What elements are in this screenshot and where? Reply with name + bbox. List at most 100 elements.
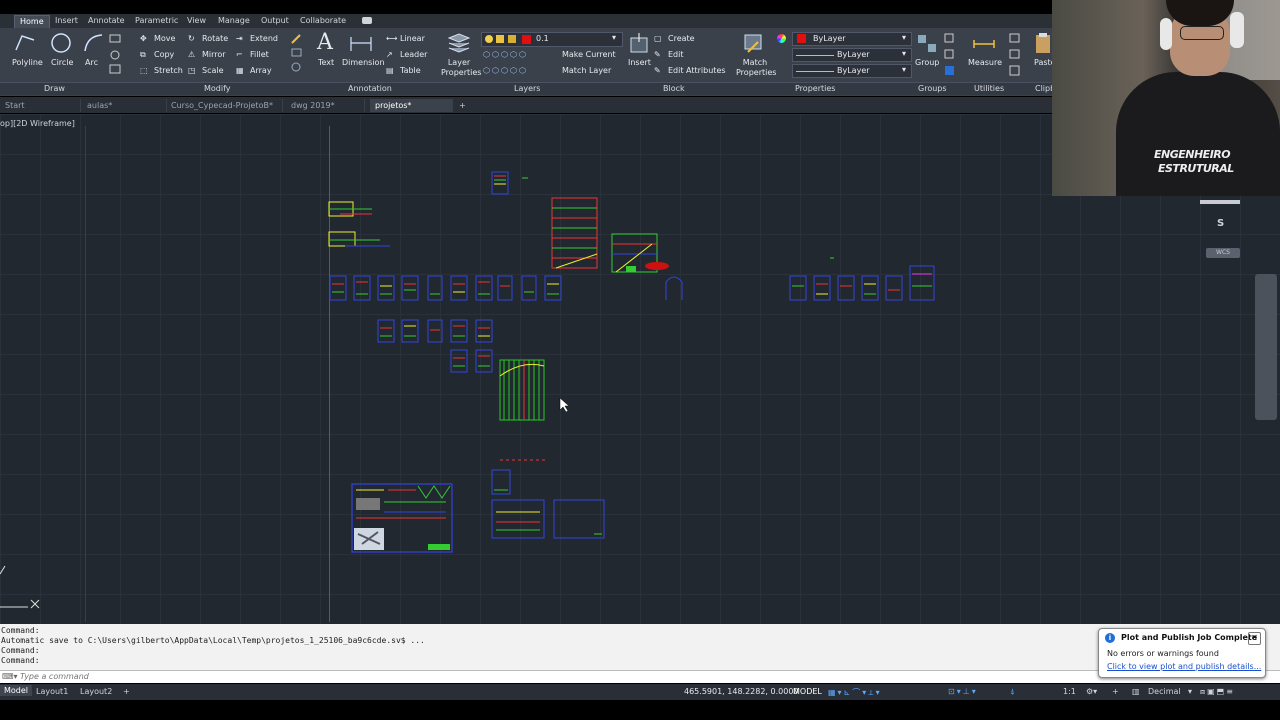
leader-button[interactable]: Leader — [400, 50, 427, 59]
new-tab-plus-icon[interactable]: + — [454, 99, 472, 112]
osnap-toggles-icons[interactable]: ⊡▾⊥▾ — [948, 687, 978, 696]
layout-tab-layout2[interactable]: Layout2 — [80, 687, 112, 696]
match-properties-button[interactable]: Match Properties — [736, 58, 776, 78]
file-tab-dwg2019[interactable]: dwg 2019* — [286, 99, 365, 112]
notification-details-link[interactable]: Click to view plot and publish details..… — [1107, 662, 1261, 671]
mirror-button[interactable]: Mirror — [202, 50, 226, 59]
create-block-button[interactable]: Create — [668, 34, 695, 43]
layer-tools-row2[interactable]: ⬡⬡⬡⬡⬡ — [483, 66, 543, 76]
tab-output[interactable]: Output — [256, 15, 294, 27]
circle-icon — [51, 33, 71, 53]
measure-button[interactable]: Measure — [968, 58, 1002, 67]
table-button[interactable]: Table — [400, 66, 421, 75]
command-tools-icon[interactable]: ⌨▾ — [2, 672, 18, 681]
close-icon[interactable]: ✕ — [1248, 632, 1261, 645]
stretch-button[interactable]: Stretch — [154, 66, 183, 75]
panel-utilities[interactable]: Utilities — [974, 84, 1004, 93]
viewcube[interactable]: S — [1186, 192, 1256, 248]
arc-button[interactable]: Arc — [85, 58, 98, 67]
command-history: Command: Automatic save to C:\Users\gilb… — [0, 624, 1280, 670]
extend-button[interactable]: Extend — [250, 34, 278, 43]
color-dropdown[interactable]: ByLayer ▾ — [792, 32, 912, 46]
group-tools-icon[interactable] — [943, 32, 957, 78]
panel-draw[interactable]: Draw — [44, 84, 65, 93]
utilities-tools-icon[interactable] — [1008, 32, 1022, 78]
tab-home[interactable]: Home — [14, 15, 50, 28]
modify-extra-icons[interactable] — [290, 33, 304, 75]
polyline-button[interactable]: Polyline — [12, 58, 43, 67]
drawing-beams-left — [328, 201, 390, 247]
chevron-down-icon: ▾ — [902, 49, 907, 58]
layer-dropdown[interactable]: 0.1 ▾ — [481, 32, 623, 47]
layout-tab-layout1[interactable]: Layout1 — [36, 687, 68, 696]
wcs-menu[interactable]: WCS — [1206, 248, 1240, 258]
panel-groups[interactable]: Groups — [918, 84, 947, 93]
plot-publish-notification[interactable]: i Plot and Publish Job Complete ✕ No err… — [1098, 628, 1266, 678]
chevron-down-icon[interactable]: ▾ — [1188, 687, 1192, 696]
add-layout-plus-icon[interactable]: + — [123, 687, 130, 696]
drawing-bottom-details — [351, 459, 605, 553]
status-tray-icons[interactable]: ⧈▣⬒≡ — [1200, 687, 1235, 697]
array-button[interactable]: Array — [250, 66, 272, 75]
viewcube-compass-south[interactable]: S — [1217, 218, 1224, 229]
navigation-bar[interactable] — [1255, 274, 1277, 420]
circle-button[interactable]: Circle — [51, 58, 73, 67]
edit-block-button[interactable]: Edit — [668, 50, 684, 59]
lineweight-dropdown[interactable]: ByLayer ▾ — [792, 64, 912, 78]
tab-insert[interactable]: Insert — [50, 15, 83, 27]
text-button[interactable]: Text — [318, 58, 334, 67]
annotation-visibility-icon[interactable]: ⍋ — [1010, 687, 1015, 697]
linetype-dropdown[interactable]: ByLayer ▾ — [792, 48, 912, 62]
lock-icon — [508, 35, 516, 43]
group-button[interactable]: Group — [915, 58, 939, 67]
create-block-icon: ▢ — [654, 34, 662, 43]
dimension-button[interactable]: Dimension — [342, 58, 385, 67]
make-current-button[interactable]: Make Current — [562, 50, 616, 59]
layer-properties-button[interactable]: Layer Properties — [441, 58, 481, 78]
tab-view[interactable]: View — [182, 15, 211, 27]
model-space-toggle[interactable]: MODEL — [793, 687, 822, 696]
command-line-3: Command: — [1, 646, 40, 655]
draw-small-tools-icon[interactable] — [108, 33, 130, 75]
gear-icon[interactable]: ⚙▾ — [1086, 687, 1097, 696]
move-button[interactable]: Move — [154, 34, 175, 43]
units-dropdown[interactable]: Decimal — [1148, 687, 1181, 696]
layer-tools-row1[interactable]: ⬡⬡⬡⬡⬡ — [483, 50, 543, 60]
tab-manage[interactable]: Manage — [213, 15, 255, 27]
quick-properties-icon[interactable]: ▥ — [1132, 687, 1140, 696]
drafting-toggles-icons[interactable]: ▦▾⊾⌒▾⟂▾ — [828, 687, 882, 698]
insert-button[interactable]: Insert — [628, 58, 651, 67]
file-tab-projetos[interactable]: projetos* — [370, 99, 453, 112]
command-line-2: Automatic save to C:\Users\gilberto\AppD… — [1, 636, 425, 645]
drawing-detail-top — [491, 171, 528, 195]
tab-parametric[interactable]: Parametric — [130, 15, 183, 27]
fillet-button[interactable]: Fillet — [250, 50, 269, 59]
scale-button[interactable]: Scale — [202, 66, 224, 75]
rotate-button[interactable]: Rotate — [202, 34, 228, 43]
file-tab-start[interactable]: Start — [0, 99, 81, 112]
panel-properties[interactable]: Properties — [795, 84, 835, 93]
tab-collaborate[interactable]: Collaborate — [295, 15, 351, 27]
layout-tab-model[interactable]: Model — [0, 685, 33, 696]
linear-button[interactable]: Linear — [400, 34, 425, 43]
plus-icon[interactable]: + — [1112, 687, 1119, 696]
tab-annotate[interactable]: Annotate — [83, 15, 130, 27]
command-line-4: Command: — [1, 656, 40, 665]
match-layer-button[interactable]: Match Layer — [562, 66, 611, 75]
fillet-icon: ⌐ — [236, 50, 243, 59]
panel-block[interactable]: Block — [663, 84, 685, 93]
annotation-scale[interactable]: 1:1 — [1063, 687, 1076, 696]
command-input-bar[interactable]: ⌨▾ — [0, 670, 1280, 683]
file-tab-curso[interactable]: Curso_Cypecad-ProjetoB* — [166, 99, 283, 112]
edit-attributes-button[interactable]: Edit Attributes — [668, 66, 726, 75]
panel-layers[interactable]: Layers — [514, 84, 540, 93]
copy-icon: ⧉ — [140, 50, 146, 59]
drawing-sections-right — [789, 257, 935, 301]
ribbon-options-icon[interactable] — [362, 17, 372, 24]
panel-annotation[interactable]: Annotation — [348, 84, 392, 93]
copy-button[interactable]: Copy — [154, 50, 174, 59]
viewcube-face[interactable] — [1200, 200, 1240, 204]
command-input[interactable] — [20, 671, 1080, 681]
file-tab-aulas[interactable]: aulas* — [82, 99, 167, 112]
panel-modify[interactable]: Modify — [204, 84, 231, 93]
